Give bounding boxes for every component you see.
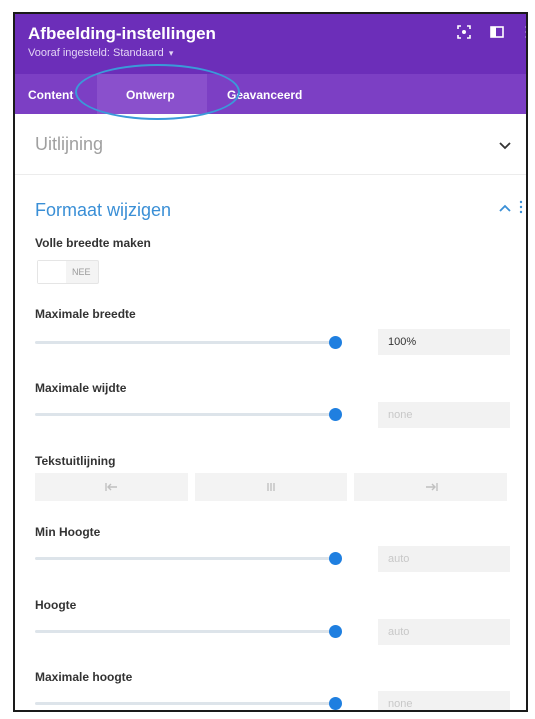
align-right-icon: [425, 483, 438, 491]
align-center-icon: [267, 483, 275, 491]
width-label: Maximale wijdte: [35, 381, 127, 395]
settings-panel: Afbeelding-instellingen Vooraf ingesteld…: [13, 12, 528, 712]
toggle-knob: [38, 261, 66, 283]
height-input[interactable]: auto: [378, 619, 510, 645]
text-align-label: Tekstuitlijning: [35, 454, 116, 468]
min-height-input[interactable]: auto: [378, 546, 510, 572]
more-vertical-icon[interactable]: [519, 24, 528, 40]
max-width-input[interactable]: 100%: [378, 329, 510, 355]
annotation-ellipse: [75, 64, 240, 120]
panel-content: Uitlijning Formaat wijzigen Volle breedt…: [15, 114, 526, 710]
sidebar-layout-icon[interactable]: [489, 24, 505, 40]
height-slider-track[interactable]: [35, 630, 335, 633]
max-width-slider-thumb[interactable]: [328, 336, 342, 349]
tab-content[interactable]: Content: [28, 88, 73, 102]
panel-header: Afbeelding-instellingen Vooraf ingesteld…: [15, 14, 526, 74]
section-alignment-title: Uitlijning: [35, 134, 104, 154]
align-left-button[interactable]: [35, 473, 188, 501]
max-height-slider-track[interactable]: [35, 702, 335, 705]
min-height-slider-thumb[interactable]: [328, 552, 342, 565]
chevron-up-icon[interactable]: [499, 204, 511, 212]
section-sizing-title[interactable]: Formaat wijzigen: [35, 200, 171, 221]
min-height-label: Min Hoogte: [35, 525, 101, 539]
align-left-icon: [104, 483, 117, 491]
width-slider-track[interactable]: [35, 413, 335, 416]
chevron-down-icon[interactable]: [499, 142, 511, 150]
full-width-toggle[interactable]: NEE: [37, 260, 99, 284]
preset-caret-icon: ▾: [168, 48, 174, 58]
align-center-button[interactable]: [195, 473, 347, 501]
expand-icon[interactable]: [456, 24, 472, 40]
max-height-input[interactable]: none: [378, 691, 510, 710]
toggle-text: NEE: [72, 267, 91, 277]
max-width-slider-track[interactable]: [35, 341, 335, 344]
width-slider-thumb[interactable]: [328, 408, 342, 421]
full-width-label: Volle breedte maken: [35, 236, 151, 250]
section-alignment-header[interactable]: Uitlijning: [15, 114, 526, 175]
preset-selector[interactable]: Vooraf ingesteld: Standaard ▾: [28, 47, 173, 59]
panel-title: Afbeelding-instellingen: [28, 24, 216, 43]
max-width-label: Maximale breedte: [35, 307, 136, 321]
width-input[interactable]: none: [378, 402, 510, 428]
max-height-slider-thumb[interactable]: [328, 697, 342, 710]
height-label: Hoogte: [35, 598, 77, 612]
preset-label: Vooraf ingesteld: Standaard: [28, 47, 164, 59]
max-height-label: Maximale hoogte: [35, 670, 133, 684]
section-more-icon[interactable]: [518, 200, 524, 214]
align-right-button[interactable]: [354, 473, 507, 501]
height-slider-thumb[interactable]: [328, 625, 342, 638]
min-height-slider-track[interactable]: [35, 557, 335, 560]
